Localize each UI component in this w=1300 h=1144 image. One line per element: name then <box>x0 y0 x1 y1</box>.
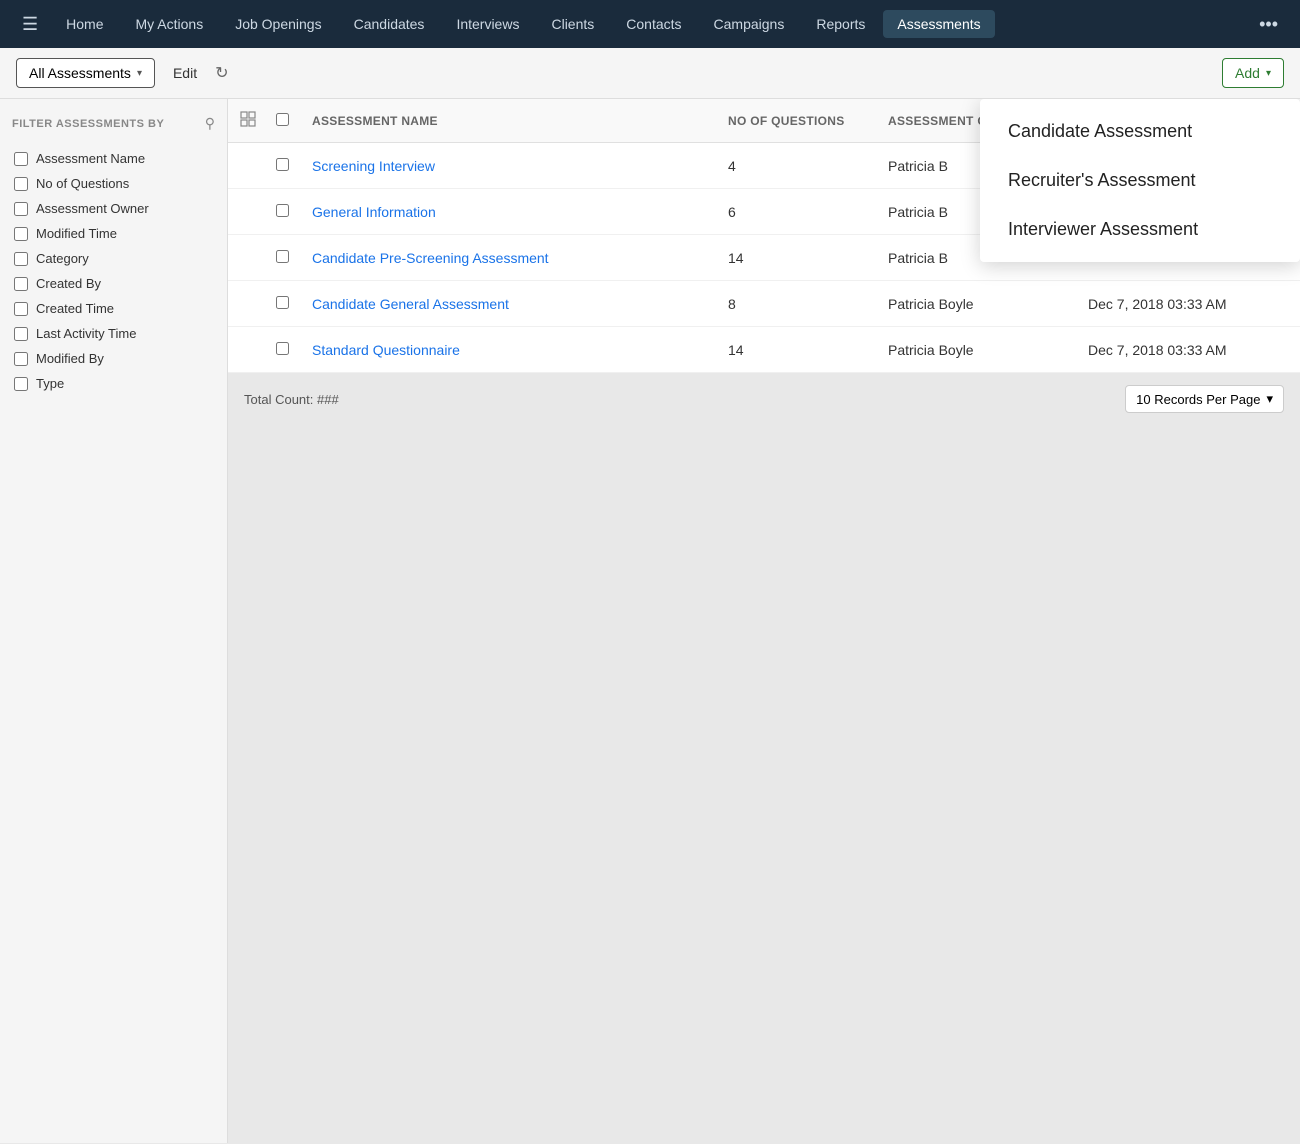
row-questions-4: 14 <box>728 342 888 358</box>
content-area: ASSESSMENT NAME NO OF QUESTIONS ASSESSME… <box>228 99 1300 1143</box>
row-checkbox-4[interactable] <box>276 342 312 358</box>
refresh-icon[interactable]: ↻ <box>215 63 228 83</box>
select-all-checkbox[interactable] <box>276 113 312 129</box>
table-row: Candidate General Assessment 8 Patricia … <box>228 281 1300 327</box>
add-dropdown: Candidate Assessment Recruiter's Assessm… <box>980 99 1300 262</box>
toolbar: All Assessments ▾ Edit ↻ Add ▾ <box>0 48 1300 99</box>
filter-item-category[interactable]: Category <box>12 246 215 271</box>
row-name-4[interactable]: Standard Questionnaire <box>312 342 728 358</box>
row-modified-4: Dec 7, 2018 03:33 AM <box>1088 342 1288 358</box>
filter-checkbox-assessment-owner[interactable] <box>14 202 28 216</box>
row-modified-3: Dec 7, 2018 03:33 AM <box>1088 296 1288 312</box>
filter-item-last-activity-time[interactable]: Last Activity Time <box>12 321 215 346</box>
select-all-input[interactable] <box>276 113 289 126</box>
filter-label-created-by: Created By <box>36 276 101 291</box>
filter-label-assessment-name: Assessment Name <box>36 151 145 166</box>
main-layout: FILTER ASSESSMENTS BY ⚲ Assessment Name … <box>0 99 1300 1143</box>
per-page-select[interactable]: 10 Records Per Page ▾ <box>1125 385 1284 413</box>
filter-checkbox-modified-by[interactable] <box>14 352 28 366</box>
table-row: Standard Questionnaire 14 Patricia Boyle… <box>228 327 1300 373</box>
edit-button[interactable]: Edit <box>165 61 205 85</box>
filter-checkbox-type[interactable] <box>14 377 28 391</box>
all-assessments-label: All Assessments <box>29 65 131 81</box>
nav-contacts[interactable]: Contacts <box>612 10 695 38</box>
filter-item-modified-time[interactable]: Modified Time <box>12 221 215 246</box>
row-name-2[interactable]: Candidate Pre-Screening Assessment <box>312 250 728 266</box>
add-label: Add <box>1235 65 1260 81</box>
filter-label-last-activity-time: Last Activity Time <box>36 326 136 341</box>
filter-label-no-of-questions: No of Questions <box>36 176 129 191</box>
dropdown-item-interviewer-assessment[interactable]: Interviewer Assessment <box>980 205 1300 254</box>
filter-label-assessment-owner: Assessment Owner <box>36 201 149 216</box>
per-page-label: 10 Records Per Page <box>1136 392 1260 407</box>
row-checkbox-3[interactable] <box>276 296 312 312</box>
col-header-no-of-questions: NO OF QUESTIONS <box>728 114 888 128</box>
row-owner-4: Patricia Boyle <box>888 342 1088 358</box>
sidebar: FILTER ASSESSMENTS BY ⚲ Assessment Name … <box>0 99 228 1143</box>
row-checkbox-1[interactable] <box>276 204 312 220</box>
all-assessments-button[interactable]: All Assessments ▾ <box>16 58 155 88</box>
row-questions-3: 8 <box>728 296 888 312</box>
row-name-0[interactable]: Screening Interview <box>312 158 728 174</box>
filter-checkbox-last-activity-time[interactable] <box>14 327 28 341</box>
col-header-assessment-name: ASSESSMENT NAME <box>312 114 728 128</box>
nav-job-openings[interactable]: Job Openings <box>221 10 335 38</box>
filter-item-no-of-questions[interactable]: No of Questions <box>12 171 215 196</box>
navbar: ☰ Home My Actions Job Openings Candidate… <box>0 0 1300 48</box>
nav-clients[interactable]: Clients <box>537 10 608 38</box>
row-questions-1: 6 <box>728 204 888 220</box>
filter-item-created-time[interactable]: Created Time <box>12 296 215 321</box>
chevron-down-icon: ▾ <box>137 68 142 79</box>
per-page-chevron-icon: ▾ <box>1266 391 1273 407</box>
filter-header: FILTER ASSESSMENTS BY ⚲ <box>12 115 215 132</box>
filter-item-assessment-owner[interactable]: Assessment Owner <box>12 196 215 221</box>
filter-checkbox-assessment-name[interactable] <box>14 152 28 166</box>
row-name-3[interactable]: Candidate General Assessment <box>312 296 728 312</box>
nav-campaigns[interactable]: Campaigns <box>700 10 799 38</box>
row-name-1[interactable]: General Information <box>312 204 728 220</box>
filter-item-modified-by[interactable]: Modified By <box>12 346 215 371</box>
filter-label-type: Type <box>36 376 64 391</box>
filter-label-category: Category <box>36 251 89 266</box>
filter-checkbox-created-by[interactable] <box>14 277 28 291</box>
row-owner-3: Patricia Boyle <box>888 296 1088 312</box>
filter-item-type[interactable]: Type <box>12 371 215 396</box>
more-nav-icon[interactable]: ••• <box>1249 8 1288 41</box>
filter-assessments-label: FILTER ASSESSMENTS BY <box>12 118 164 130</box>
dropdown-item-recruiters-assessment[interactable]: Recruiter's Assessment <box>980 156 1300 205</box>
filter-item-created-by[interactable]: Created By <box>12 271 215 296</box>
filter-item-assessment-name[interactable]: Assessment Name <box>12 146 215 171</box>
nav-assessments[interactable]: Assessments <box>883 10 994 38</box>
row-checkbox-0[interactable] <box>276 158 312 174</box>
row-questions-2: 14 <box>728 250 888 266</box>
filter-search-icon[interactable]: ⚲ <box>205 115 215 132</box>
filter-checkbox-no-of-questions[interactable] <box>14 177 28 191</box>
row-checkbox-2[interactable] <box>276 250 312 266</box>
column-picker-icon[interactable] <box>240 111 276 130</box>
nav-my-actions[interactable]: My Actions <box>122 10 218 38</box>
filter-label-modified-by: Modified By <box>36 351 104 366</box>
add-button[interactable]: Add ▾ <box>1222 58 1284 88</box>
filter-label-modified-time: Modified Time <box>36 226 117 241</box>
nav-candidates[interactable]: Candidates <box>340 10 439 38</box>
total-count: Total Count: ### <box>244 392 339 407</box>
filter-label-created-time: Created Time <box>36 301 114 316</box>
nav-reports[interactable]: Reports <box>802 10 879 38</box>
table-footer: Total Count: ### 10 Records Per Page ▾ <box>228 373 1300 425</box>
filter-checkbox-modified-time[interactable] <box>14 227 28 241</box>
filter-checkbox-created-time[interactable] <box>14 302 28 316</box>
dropdown-item-candidate-assessment[interactable]: Candidate Assessment <box>980 107 1300 156</box>
hamburger-icon[interactable]: ☰ <box>12 8 48 41</box>
add-chevron-icon: ▾ <box>1266 68 1271 79</box>
nav-interviews[interactable]: Interviews <box>442 10 533 38</box>
row-questions-0: 4 <box>728 158 888 174</box>
nav-home[interactable]: Home <box>52 10 117 38</box>
filter-checkbox-category[interactable] <box>14 252 28 266</box>
